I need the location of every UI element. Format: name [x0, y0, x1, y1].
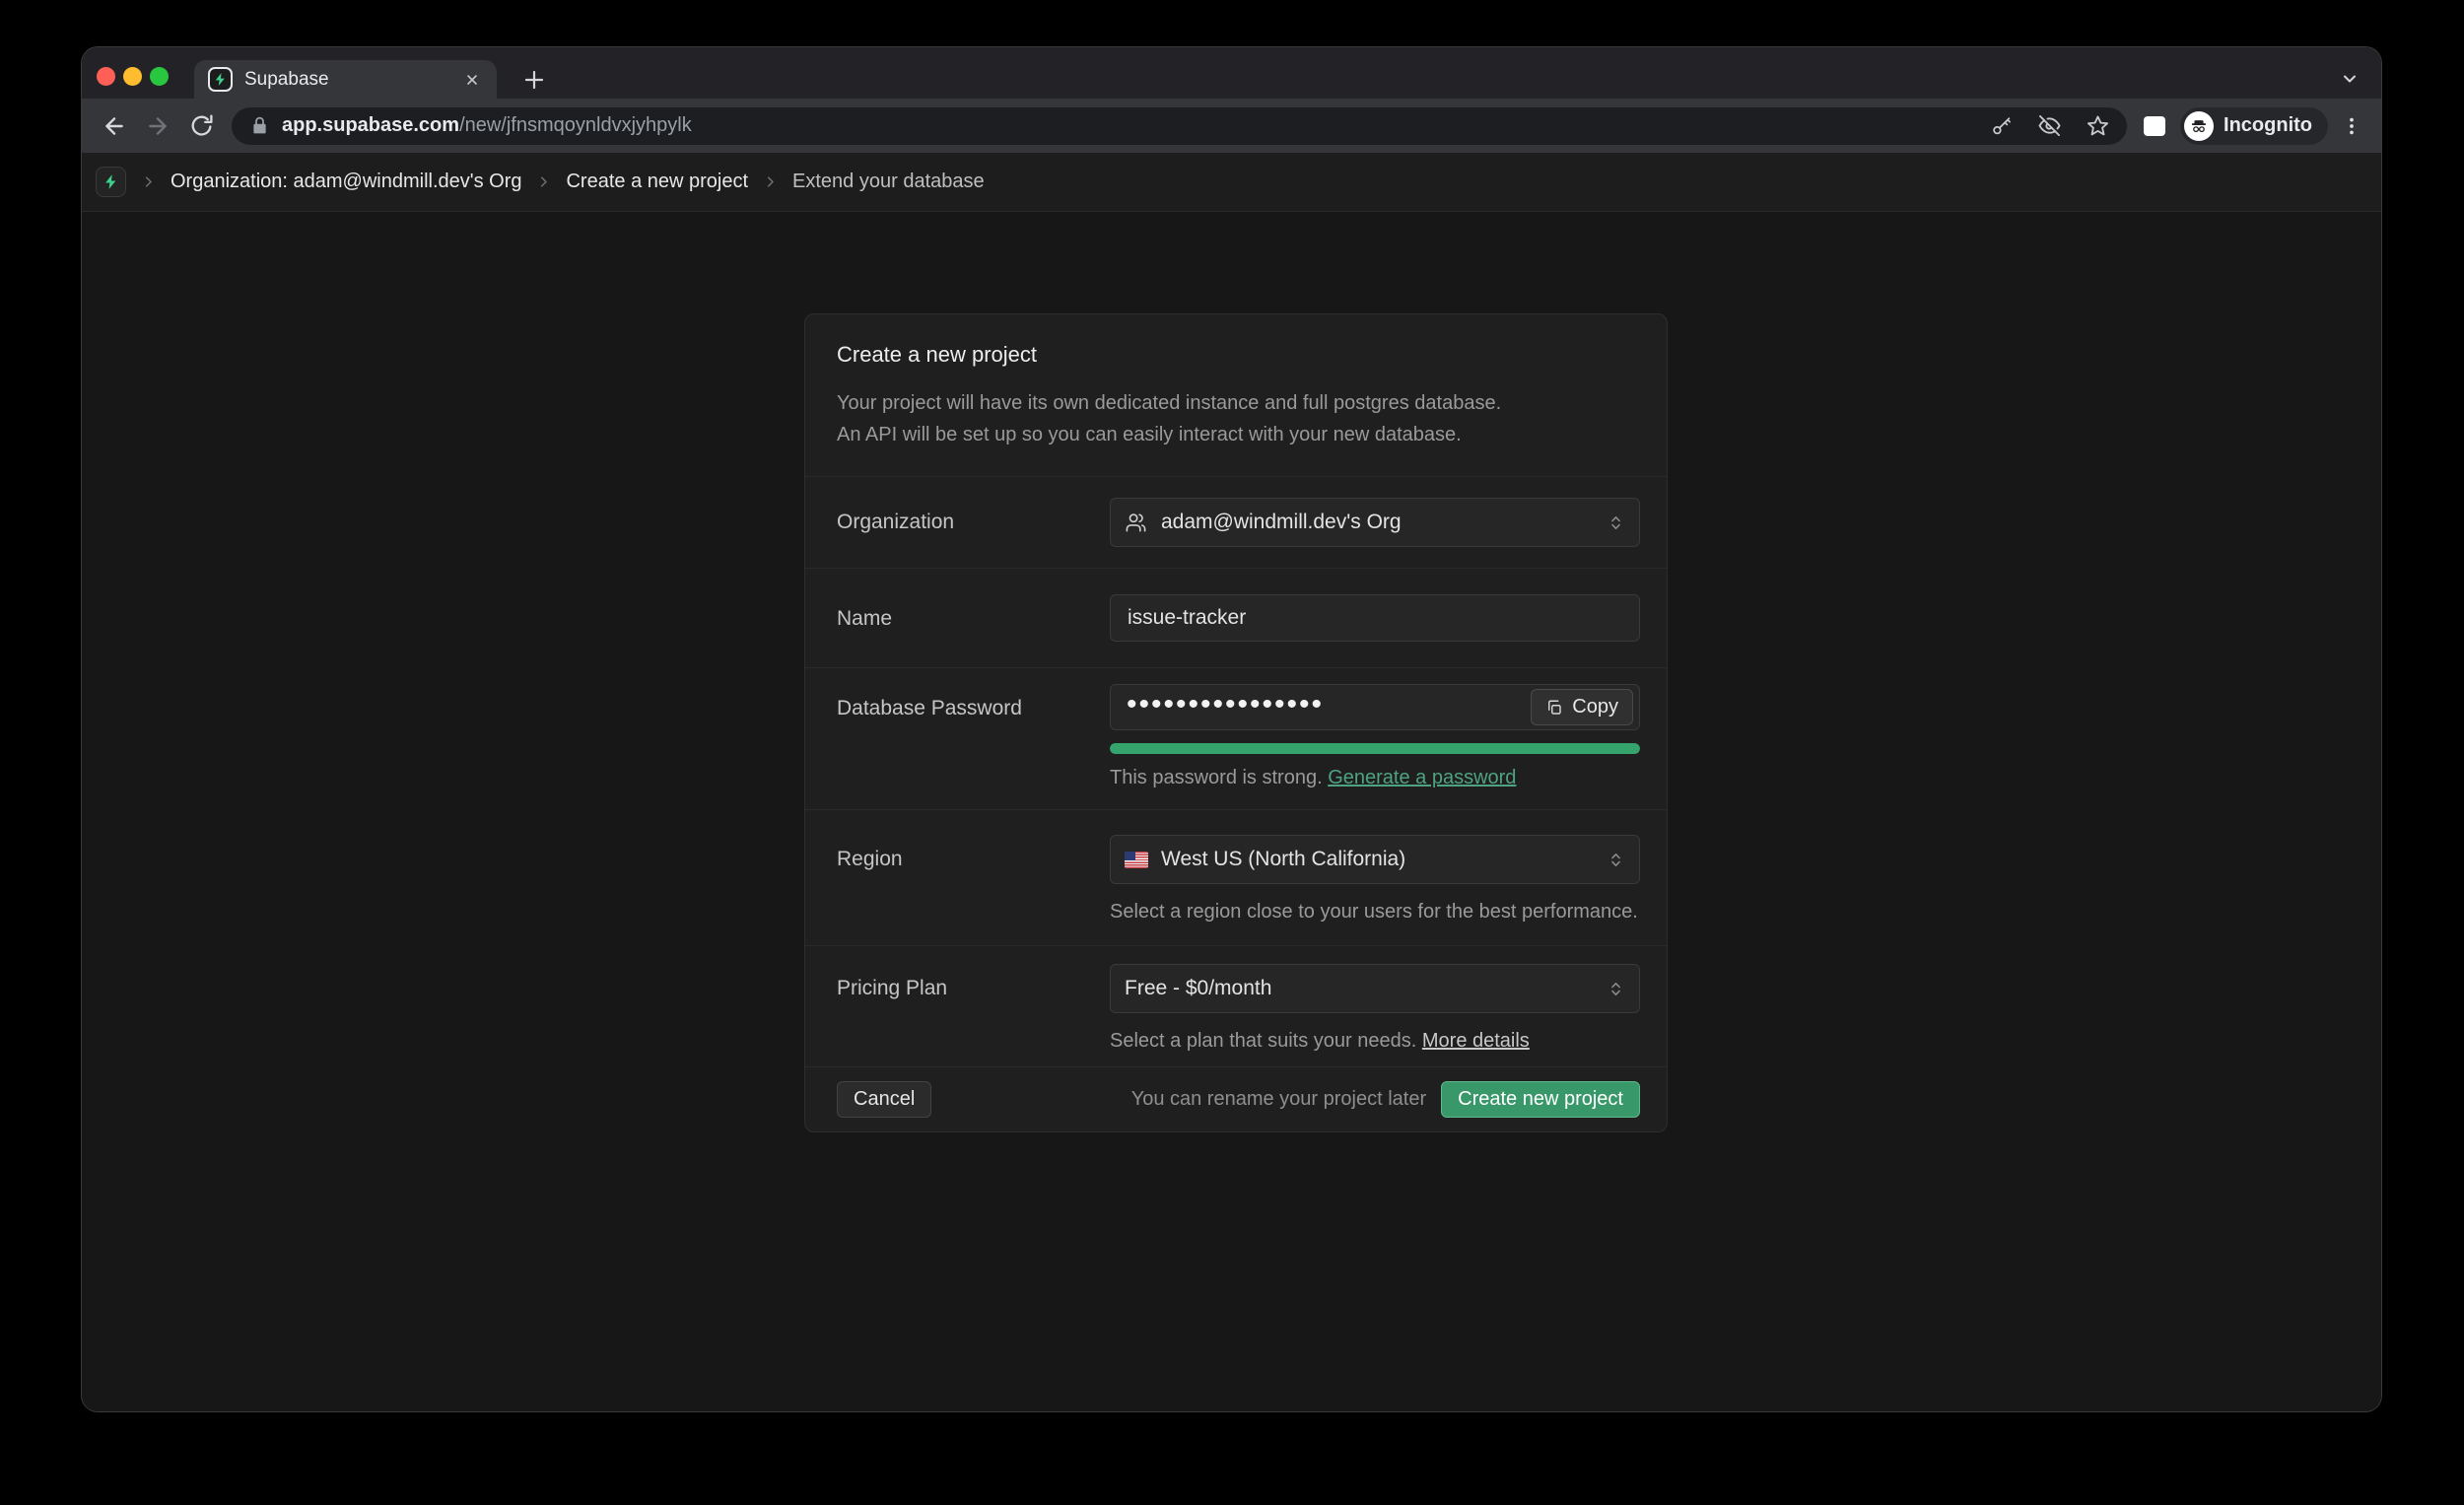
- page-title: Create a new project: [837, 342, 1635, 368]
- copy-icon: [1545, 699, 1563, 717]
- screenshot-stage: Supabase: [0, 0, 2464, 1505]
- password-label: Database Password: [837, 684, 1110, 789]
- bookmark-star-icon[interactable]: [2087, 114, 2109, 137]
- browser-tab-supabase[interactable]: Supabase: [194, 60, 497, 99]
- password-input[interactable]: •••••••••••••••• Copy: [1110, 684, 1640, 730]
- pricing-helper: Select a plan that suits your needs. Mor…: [1110, 1030, 1640, 1053]
- eye-off-icon[interactable]: [2038, 114, 2061, 137]
- pricing-label: Pricing Plan: [837, 964, 1110, 1053]
- pricing-select[interactable]: Free - $0/month: [1110, 964, 1640, 1013]
- breadcrumb: Organization: adam@windmill.dev's Org Cr…: [82, 153, 2381, 212]
- chevron-right-icon: [763, 174, 778, 189]
- us-flag-icon: [1125, 852, 1148, 868]
- copy-password-button[interactable]: Copy: [1531, 689, 1633, 725]
- close-window-button[interactable]: [97, 67, 115, 86]
- region-control-group: West US (North California) Select a regi…: [1110, 835, 1640, 924]
- select-chevrons-icon: [1607, 513, 1625, 532]
- page-content: Create a new project Your project will h…: [82, 212, 2381, 1411]
- organization-value: adam@windmill.dev's Org: [1161, 511, 1402, 534]
- password-strength-fill: [1110, 743, 1640, 754]
- breadcrumb-item-extend-database: Extend your database: [792, 171, 985, 193]
- new-tab-button[interactable]: [519, 65, 549, 95]
- chevron-right-icon: [536, 174, 551, 189]
- tab-search-chevron-icon[interactable]: [2336, 65, 2363, 93]
- pricing-control-group: Free - $0/month Select a plan that suits…: [1110, 964, 1640, 1053]
- breadcrumb-item-organization[interactable]: Organization: adam@windmill.dev's Org: [171, 171, 521, 193]
- back-icon[interactable]: [98, 109, 131, 143]
- reload-icon[interactable]: [184, 109, 218, 143]
- lock-icon: [249, 115, 270, 136]
- cancel-button[interactable]: Cancel: [837, 1081, 931, 1118]
- browser-menu-kebab-icon[interactable]: [2336, 110, 2367, 142]
- pricing-row: Pricing Plan Free - $0/month Select a pl…: [805, 945, 1667, 1066]
- name-label: Name: [837, 594, 1110, 642]
- organization-row: Organization adam@windmill.dev's Org: [805, 476, 1667, 568]
- password-strength-text: This password is strong.: [1110, 767, 1323, 788]
- key-icon[interactable]: [1991, 115, 2013, 137]
- tab-strip: Supabase: [82, 47, 2381, 99]
- select-chevrons-icon: [1607, 851, 1625, 869]
- users-icon: [1125, 512, 1147, 534]
- password-helper: This password is strong. Generate a pass…: [1110, 767, 1640, 789]
- organization-select[interactable]: adam@windmill.dev's Org: [1110, 498, 1640, 547]
- region-select[interactable]: West US (North California): [1110, 835, 1640, 884]
- create-project-card: Create a new project Your project will h…: [804, 313, 1668, 1132]
- tab-close-icon[interactable]: [459, 67, 485, 93]
- region-label: Region: [837, 835, 1110, 924]
- omnibox-action-icons: [1991, 114, 2109, 137]
- browser-toolbar: app.supabase.com/new/jfnsmqoynldvxjyhpyl…: [82, 99, 2381, 153]
- forward-icon[interactable]: [141, 109, 174, 143]
- pricing-value: Free - $0/month: [1125, 977, 1271, 1000]
- side-panel-icon[interactable]: [2137, 108, 2172, 144]
- copy-button-label: Copy: [1572, 696, 1618, 718]
- password-row: Database Password •••••••••••••••• Copy: [805, 667, 1667, 809]
- zoom-window-button[interactable]: [150, 67, 169, 86]
- card-footer: Cancel You can rename your project later…: [805, 1066, 1667, 1131]
- footer-right-group: You can rename your project later Create…: [1131, 1081, 1640, 1118]
- url-host: app.supabase.com: [282, 114, 459, 136]
- generate-password-link[interactable]: Generate a password: [1328, 767, 1516, 788]
- incognito-spy-icon: [2184, 111, 2214, 141]
- pricing-helper-text: Select a plan that suits your needs.: [1110, 1030, 1416, 1052]
- incognito-label: Incognito: [2224, 114, 2312, 137]
- traffic-lights: [97, 67, 169, 86]
- browser-window: Supabase: [82, 47, 2381, 1411]
- password-strength-bar: [1110, 743, 1640, 754]
- region-helper: Select a region close to your users for …: [1110, 901, 1640, 924]
- supabase-favicon-icon: [208, 67, 233, 92]
- incognito-badge[interactable]: Incognito: [2180, 107, 2328, 145]
- project-name-input[interactable]: issue-tracker: [1110, 594, 1640, 642]
- description-line-2: An API will be set up so you can easily …: [837, 419, 1635, 450]
- region-row: Region West US (North California) Select…: [805, 809, 1667, 945]
- breadcrumb-item-create-project[interactable]: Create a new project: [566, 171, 748, 193]
- project-name-value: issue-tracker: [1128, 606, 1246, 630]
- url-text: app.supabase.com/new/jfnsmqoynldvxjyhpyl…: [282, 114, 1991, 137]
- create-new-project-button[interactable]: Create new project: [1441, 1081, 1640, 1118]
- card-description: Your project will have its own dedicated…: [837, 387, 1635, 450]
- minimize-window-button[interactable]: [123, 67, 142, 86]
- description-line-1: Your project will have its own dedicated…: [837, 387, 1635, 419]
- url-bar[interactable]: app.supabase.com/new/jfnsmqoynldvxjyhpyl…: [232, 107, 2127, 145]
- organization-label: Organization: [837, 498, 1110, 547]
- name-row: Name issue-tracker: [805, 568, 1667, 667]
- rename-note: You can rename your project later: [1131, 1088, 1426, 1111]
- password-masked-value: ••••••••••••••••: [1127, 690, 1324, 719]
- select-chevrons-icon: [1607, 980, 1625, 998]
- supabase-logo-icon[interactable]: [96, 167, 126, 197]
- chevron-right-icon: [141, 174, 156, 189]
- url-path: /new/jfnsmqoynldvxjyhpylk: [459, 114, 692, 136]
- more-details-link[interactable]: More details: [1422, 1030, 1530, 1052]
- card-header: Create a new project Your project will h…: [805, 314, 1667, 476]
- tab-title: Supabase: [244, 69, 459, 91]
- password-control-group: •••••••••••••••• Copy: [1110, 684, 1640, 789]
- region-value: West US (North California): [1161, 848, 1405, 871]
